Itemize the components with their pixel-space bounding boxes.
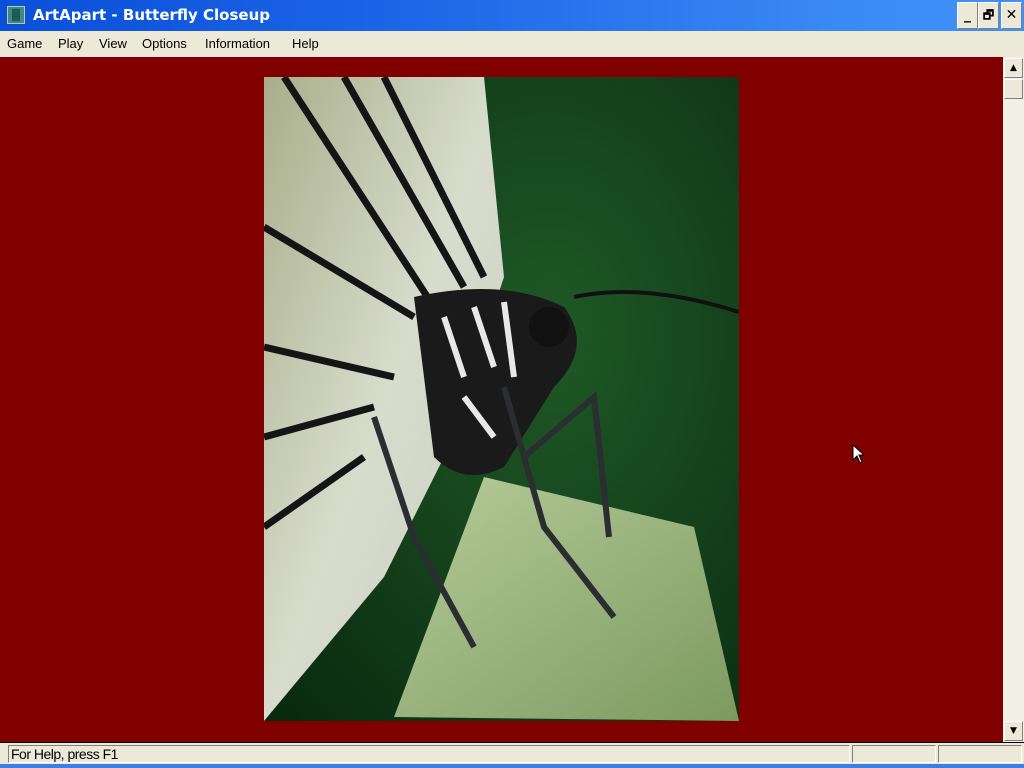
scroll-up-button[interactable]: ▲ xyxy=(1004,58,1023,78)
menu-game[interactable]: Game xyxy=(7,36,42,51)
menu-bar: Game Play View Options Information Help xyxy=(0,31,1024,57)
window-title: ArtApart - Butterfly Closeup xyxy=(33,6,270,24)
menu-options[interactable]: Options xyxy=(142,36,187,51)
scroll-thumb[interactable] xyxy=(1004,79,1023,99)
status-pane-2 xyxy=(852,745,936,763)
mouse-cursor-icon xyxy=(852,444,866,464)
title-bar: ArtApart - Butterfly Closeup _ 🗗 ✕ xyxy=(0,0,1024,31)
eye xyxy=(529,307,569,347)
butterfly-image[interactable] xyxy=(264,77,739,721)
status-text: For Help, press F1 xyxy=(8,745,850,763)
taskbar-edge xyxy=(0,764,1024,768)
close-button[interactable]: ✕ xyxy=(1001,2,1022,29)
puzzle-area xyxy=(0,57,1003,742)
scroll-down-button[interactable]: ▼ xyxy=(1004,721,1023,741)
app-icon xyxy=(7,6,25,24)
restore-button[interactable]: 🗗 xyxy=(978,2,999,29)
vertical-scrollbar[interactable]: ▲ ▼ xyxy=(1003,57,1024,742)
menu-help[interactable]: Help xyxy=(292,36,319,51)
menu-information[interactable]: Information xyxy=(205,36,270,51)
status-pane-3 xyxy=(938,745,1022,763)
status-bar: For Help, press F1 xyxy=(0,742,1024,764)
minimize-button[interactable]: _ xyxy=(957,2,978,29)
menu-view[interactable]: View xyxy=(99,36,127,51)
menu-play[interactable]: Play xyxy=(58,36,83,51)
